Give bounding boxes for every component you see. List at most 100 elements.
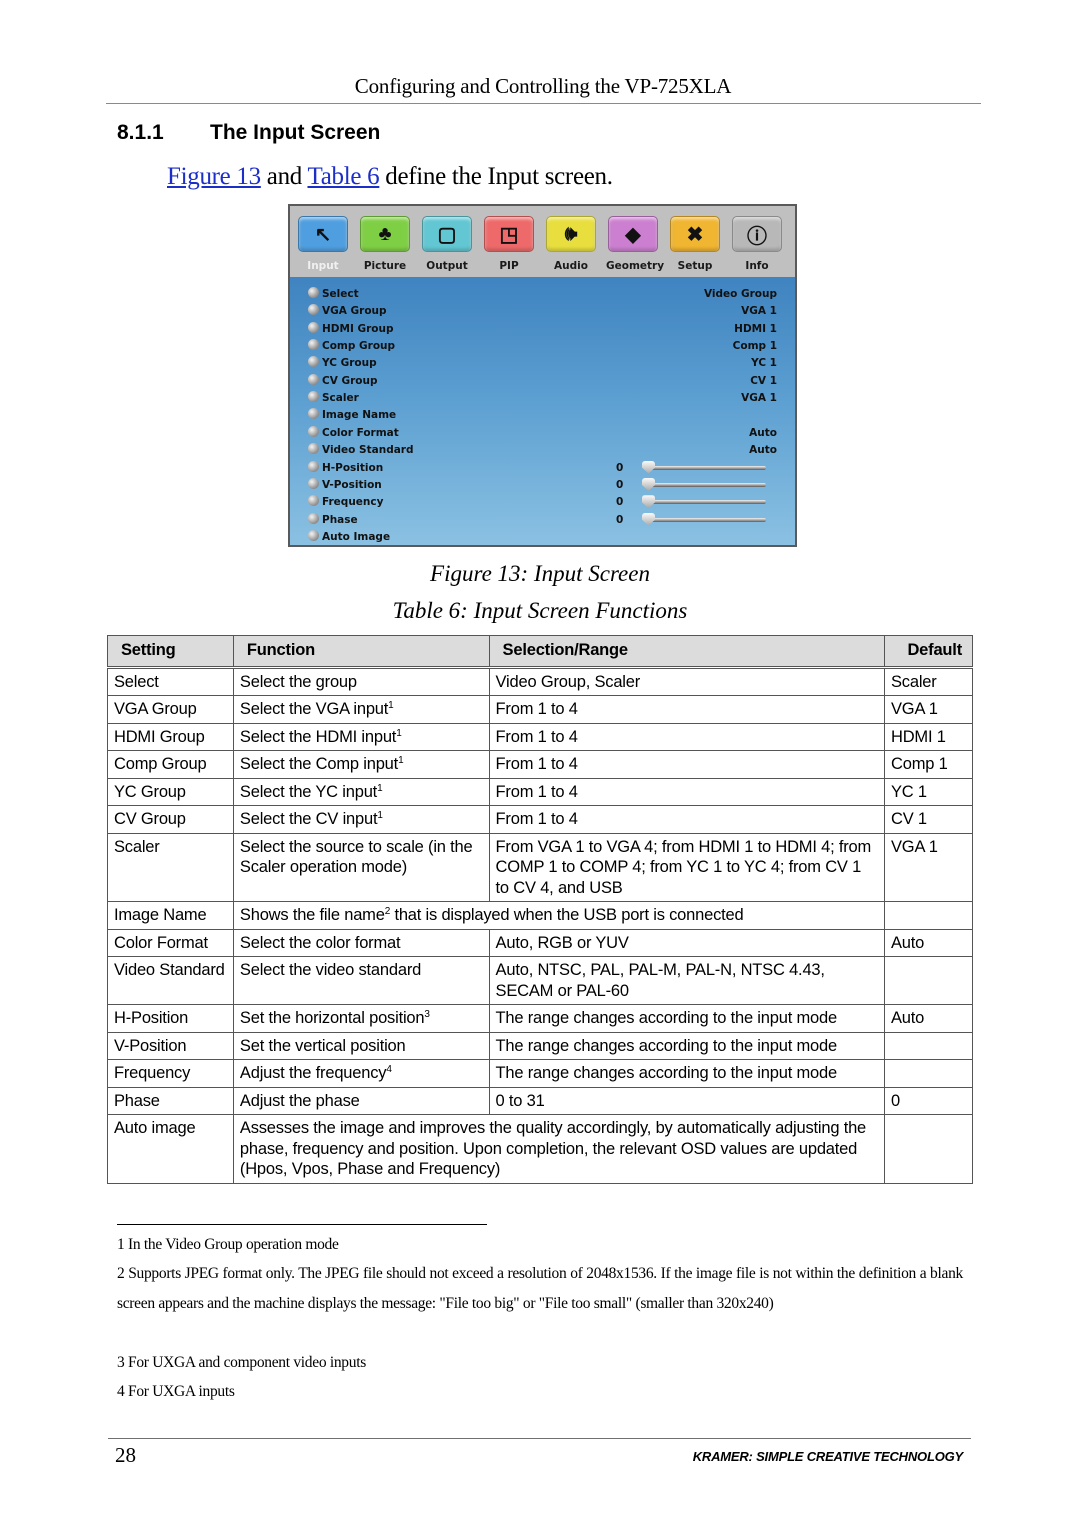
osd-item-label: HDMI Group [322, 322, 394, 335]
range-cell: From 1 to 4 [488, 695, 886, 724]
slider-thumb[interactable] [642, 477, 655, 491]
footnote-ref[interactable]: 4 [386, 1064, 392, 1075]
function-cell: Shows the file name2 that is displayed w… [232, 901, 886, 930]
osd-tab-output[interactable]: ▢ Output [420, 216, 474, 272]
table-row: Frequency Adjust the frequency4 The range … [107, 1059, 973, 1088]
footer-brand: KRAMER: SIMPLE CREATIVE TECHNOLOGY [692, 1449, 964, 1464]
setting-cell: V-Position [107, 1031, 234, 1060]
table-6-link[interactable]: Table 6 [307, 163, 379, 190]
osd-slider[interactable] [642, 460, 766, 475]
slider-thumb[interactable] [642, 512, 655, 526]
range-cell: The range changes according to the input… [488, 1031, 886, 1060]
osd-tab-audio[interactable]: 🕪 Audio [544, 216, 598, 272]
osd-tab-geometry[interactable]: ◆ Geometry [606, 216, 664, 272]
function-text: Adjust the phase [239, 1091, 360, 1110]
default-cell [884, 956, 973, 1005]
slider-track[interactable] [648, 500, 766, 505]
osd-tab-setup[interactable]: ✖ Setup [668, 216, 722, 272]
osd-slider[interactable] [642, 477, 766, 492]
footnote-ref[interactable]: 1 [377, 810, 383, 821]
footnote-ref[interactable]: 1 [388, 700, 394, 711]
table-row: YC Group Select the YC input1 From 1 to 4Y… [107, 777, 973, 806]
osd-item-label: Phase [322, 513, 358, 526]
footnote-ref[interactable]: 1 [396, 728, 402, 739]
footer-divider [108, 1438, 971, 1439]
bullet-icon [308, 425, 319, 437]
default-cell: CV 1 [884, 805, 973, 834]
function-text: Shows the file name [239, 906, 385, 924]
osd-item[interactable]: V-Position [308, 477, 382, 492]
function-text: Select the color format [239, 933, 401, 952]
setting-cell: YC Group [107, 777, 234, 806]
osd-item-label: Scaler [322, 392, 359, 405]
function-cell: Select the source to scale (in the Scale… [232, 832, 490, 902]
osd-item[interactable]: Auto Image [308, 529, 390, 544]
info-icon: ⓘ [732, 216, 782, 252]
osd-tab-label: Setup [677, 260, 713, 272]
default-cell [884, 1114, 973, 1184]
footnote-divider [117, 1224, 487, 1225]
osd-item[interactable]: Comp Group [308, 339, 395, 353]
figure-13-link[interactable]: Figure 13 [167, 163, 261, 190]
osd-item[interactable]: Select [308, 287, 359, 301]
osd-slider[interactable] [642, 512, 766, 527]
osd-item[interactable]: Frequency [308, 495, 383, 509]
running-header: Configuring and Controlling the VP-725XL… [354, 74, 732, 98]
osd-item[interactable]: Color Format [308, 425, 399, 440]
table-row: H-Position Set the horizontal position3 Th… [107, 1004, 973, 1033]
intro-text: and [260, 163, 308, 190]
osd-tab-label: Picture [363, 260, 407, 272]
osd-item[interactable]: Video Standard [308, 443, 414, 457]
bullet-icon [308, 321, 319, 333]
osd-item-label: V-Position [322, 478, 382, 491]
osd-tab-label: Audio [554, 260, 588, 272]
footnote-ref[interactable]: 3 [424, 1009, 430, 1020]
input-screen-functions-table: Setting Function Selection/Range Default… [107, 635, 973, 1184]
range-cell: From 1 to 4 [488, 722, 886, 751]
function-text: Select the video standard [239, 961, 422, 979]
slider-track[interactable] [648, 517, 766, 522]
osd-item-label: Frequency [322, 496, 384, 509]
osd-tab-info[interactable]: ⓘ Info [730, 216, 784, 272]
osd-item[interactable]: CV Group [308, 373, 378, 388]
osd-item[interactable]: Image Name [308, 408, 396, 422]
setting-cell: Comp Group [107, 750, 234, 779]
osd-item[interactable]: HDMI Group [308, 321, 394, 336]
osd-slider[interactable] [642, 495, 766, 509]
osd-item[interactable]: YC Group [308, 356, 377, 370]
function-cell: Set the vertical position [232, 1031, 490, 1060]
setting-cell: Auto image [107, 1114, 234, 1184]
osd-item-value: Auto [749, 444, 777, 457]
setting-cell: Phase [107, 1086, 234, 1115]
osd-item[interactable]: H-Position [308, 460, 383, 475]
osd-tab-label: Output [426, 260, 468, 272]
table-caption: Table 6: Input Screen Functions [392, 598, 688, 623]
footnote-2: 2 Supports JPEG format only. The JPEG fi… [117, 1265, 963, 1312]
bullet-icon [308, 304, 319, 316]
footnote-ref[interactable]: 1 [398, 755, 404, 766]
function-text: Select the CV input [239, 810, 378, 828]
slider-track[interactable] [648, 465, 766, 470]
default-cell: Scaler [884, 666, 973, 696]
table-row: HDMI Group Select the HDMI input1 From 1 t… [107, 722, 973, 751]
osd-item[interactable]: VGA Group [308, 304, 387, 318]
slider-thumb[interactable] [642, 460, 655, 474]
setting-cell: Color Format [107, 928, 234, 957]
input-screen-figure: ↖ Input ♣ Picture ▢ Output ◳ PIP 🕪 Audio ◆ Geometry… [288, 204, 797, 547]
setting-cell: Select [107, 666, 234, 696]
osd-item[interactable]: Scaler [308, 391, 359, 405]
osd-tab-picture[interactable]: ♣ Picture [358, 216, 412, 272]
osd-item[interactable]: Phase [308, 512, 358, 527]
osd-tab-pip[interactable]: ◳ PIP [482, 216, 536, 272]
bullet-icon [308, 287, 319, 298]
slider-thumb[interactable] [642, 495, 655, 509]
osd-tab-input[interactable]: ↖ Input [296, 216, 350, 272]
footnote-ref[interactable]: 1 [377, 783, 383, 794]
table-header-row: Setting Function Selection/Range Default [107, 635, 973, 669]
osd-item-value: Auto [749, 426, 777, 439]
function-cell: Assesses the image and improves the qual… [232, 1114, 886, 1184]
intro-text: define the Input screen. [379, 163, 613, 190]
slider-track[interactable] [648, 482, 766, 487]
range-cell: From 1 to 4 [488, 750, 886, 779]
osd-item-label: Video Standard [322, 444, 414, 457]
